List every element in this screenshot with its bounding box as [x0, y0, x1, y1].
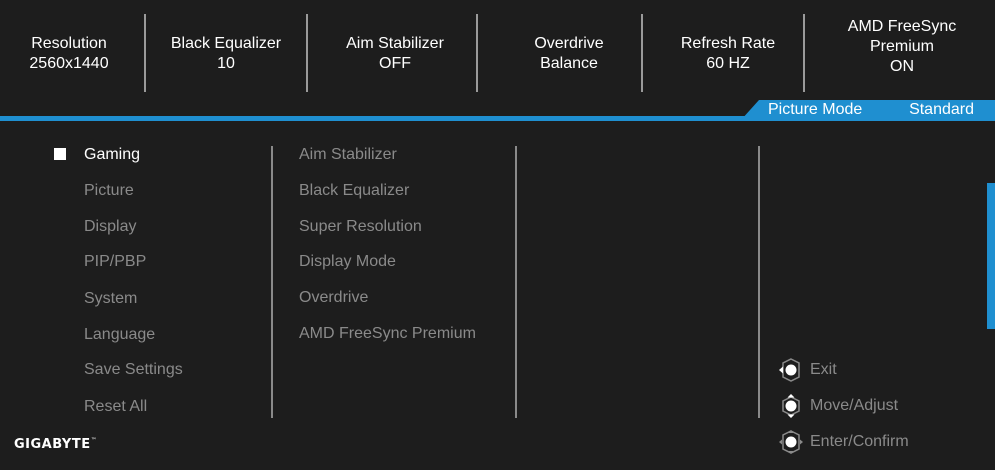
logo-text: GIGABYTE [14, 437, 91, 452]
hint-exit: Exit [772, 358, 837, 382]
hint-enter-confirm: Enter/Confirm [772, 430, 909, 454]
status-refresh-rate: Refresh Rate 60 HZ [647, 16, 809, 92]
hint-enter-confirm-label: Enter/Confirm [810, 433, 909, 450]
status-resolution: Resolution 2560x1440 [0, 16, 138, 92]
menu-item-system[interactable]: System [84, 289, 137, 309]
column-divider [271, 146, 273, 418]
scroll-indicator[interactable] [987, 183, 995, 329]
submenu-item-super-resolution[interactable]: Super Resolution [299, 217, 422, 237]
status-divider [144, 14, 146, 92]
status-black-equalizer-value: 10 [217, 55, 235, 72]
status-divider [803, 14, 805, 92]
status-aim-stabilizer: Aim Stabilizer OFF [312, 16, 478, 92]
status-overdrive-label: Overdrive [534, 35, 604, 52]
menu-item-reset-all[interactable]: Reset All [84, 397, 147, 417]
column-divider [758, 146, 760, 418]
status-resolution-label: Resolution [31, 35, 107, 52]
picture-mode-label: Picture Mode [768, 101, 863, 118]
joystick-press-icon [778, 430, 804, 454]
status-resolution-value: 2560x1440 [29, 55, 109, 72]
picture-mode-tab: Picture Mode Standard [741, 100, 995, 120]
menu-item-display[interactable]: Display [84, 217, 136, 237]
submenu-item-display-mode[interactable]: Display Mode [299, 252, 396, 272]
status-black-equalizer-label: Black Equalizer [170, 35, 282, 52]
status-divider [476, 14, 478, 92]
menu-item-gaming[interactable]: Gaming [84, 145, 140, 165]
status-divider [641, 14, 643, 92]
joystick-left-icon [778, 358, 804, 382]
status-freesync-value: ON [890, 58, 914, 75]
column-divider [515, 146, 517, 418]
picture-mode-value: Standard [909, 101, 974, 118]
status-overdrive-value: Balance [540, 55, 598, 72]
menu-item-save-settings[interactable]: Save Settings [84, 360, 183, 380]
status-freesync: AMD FreeSync Premium ON [809, 0, 995, 94]
logo-trademark: ™ [90, 437, 98, 444]
status-bar: Resolution 2560x1440 Black Equalizer 10 … [0, 0, 995, 100]
joystick-updown-icon [778, 394, 804, 418]
status-divider [306, 14, 308, 92]
submenu-item-black-equalizer[interactable]: Black Equalizer [299, 181, 409, 201]
status-aim-stabilizer-label: Aim Stabilizer [346, 35, 444, 52]
menu-item-language[interactable]: Language [84, 325, 155, 345]
status-overdrive: Overdrive Balance [482, 16, 656, 92]
selection-marker-icon [54, 148, 66, 160]
submenu-item-overdrive[interactable]: Overdrive [299, 288, 368, 308]
status-aim-stabilizer-value: OFF [379, 55, 411, 72]
menu-item-picture[interactable]: Picture [84, 181, 134, 201]
submenu-item-aim-stabilizer[interactable]: Aim Stabilizer [299, 145, 397, 165]
status-refresh-rate-value: 60 HZ [706, 55, 750, 72]
status-freesync-label-line2: Premium [869, 38, 934, 55]
menu-item-pip-pbp[interactable]: PIP/PBP [84, 252, 146, 272]
status-refresh-rate-label: Refresh Rate [680, 35, 776, 52]
status-freesync-label-line1: AMD FreeSync [847, 18, 957, 35]
status-black-equalizer: Black Equalizer 10 [150, 16, 302, 92]
gigabyte-logo: GIGABYTE™ [14, 437, 97, 452]
monitor-osd: Resolution 2560x1440 Black Equalizer 10 … [0, 0, 995, 470]
hint-move-adjust: Move/Adjust [772, 394, 898, 418]
submenu-item-amd-freesync-premium[interactable]: AMD FreeSync Premium [299, 324, 476, 344]
hint-exit-label: Exit [810, 361, 837, 378]
hint-move-adjust-label: Move/Adjust [810, 397, 899, 414]
